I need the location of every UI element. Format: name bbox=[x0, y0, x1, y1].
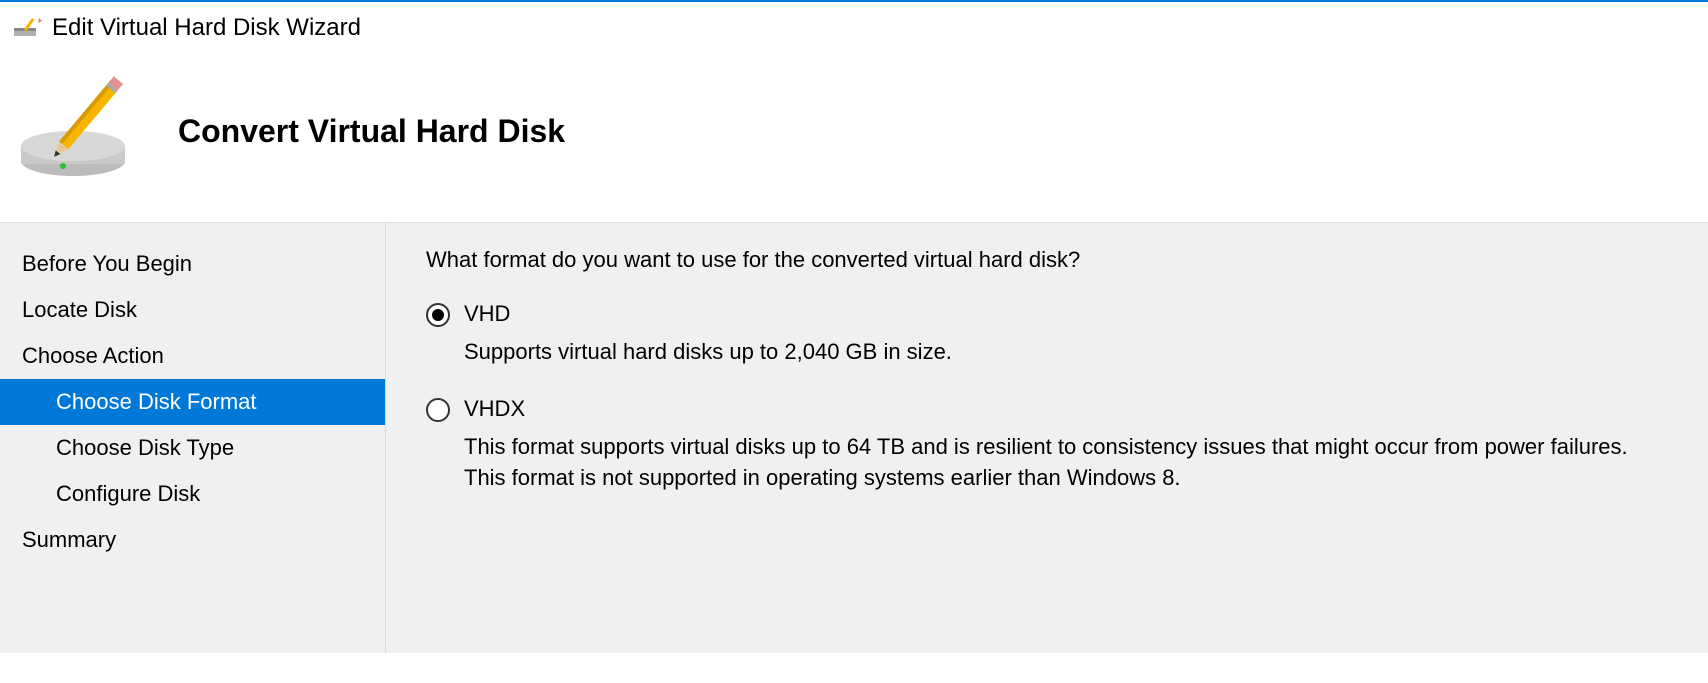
option-vhdx-label: VHDX bbox=[464, 396, 525, 422]
step-summary[interactable]: Summary bbox=[0, 517, 385, 563]
option-vhd-description: Supports virtual hard disks up to 2,040 … bbox=[464, 337, 1664, 368]
step-choose-disk-format[interactable]: Choose Disk Format bbox=[0, 379, 385, 425]
radio-vhdx[interactable] bbox=[426, 398, 450, 422]
wizard-content: What format do you want to use for the c… bbox=[386, 223, 1708, 653]
step-locate-disk[interactable]: Locate Disk bbox=[0, 287, 385, 333]
option-vhd[interactable]: VHD bbox=[426, 301, 1678, 327]
step-choose-action[interactable]: Choose Action bbox=[0, 333, 385, 379]
wizard-header: Convert Virtual Hard Disk bbox=[0, 46, 1708, 222]
window-title: Edit Virtual Hard Disk Wizard bbox=[52, 14, 361, 42]
wizard-titlebar-icon bbox=[14, 18, 42, 38]
option-vhdx[interactable]: VHDX bbox=[426, 396, 1678, 422]
option-vhd-label: VHD bbox=[464, 301, 510, 327]
option-vhdx-description: This format supports virtual disks up to… bbox=[464, 432, 1664, 494]
wizard-steps-sidebar: Before You Begin Locate Disk Choose Acti… bbox=[0, 223, 386, 653]
hard-disk-pencil-icon bbox=[18, 76, 148, 186]
wizard-body: Before You Begin Locate Disk Choose Acti… bbox=[0, 222, 1708, 653]
page-title: Convert Virtual Hard Disk bbox=[178, 113, 565, 150]
step-before-you-begin[interactable]: Before You Begin bbox=[0, 241, 385, 287]
step-choose-disk-type[interactable]: Choose Disk Type bbox=[0, 425, 385, 471]
format-prompt: What format do you want to use for the c… bbox=[426, 247, 1678, 273]
title-bar: Edit Virtual Hard Disk Wizard bbox=[0, 2, 1708, 46]
step-configure-disk[interactable]: Configure Disk bbox=[0, 471, 385, 517]
radio-vhd[interactable] bbox=[426, 303, 450, 327]
